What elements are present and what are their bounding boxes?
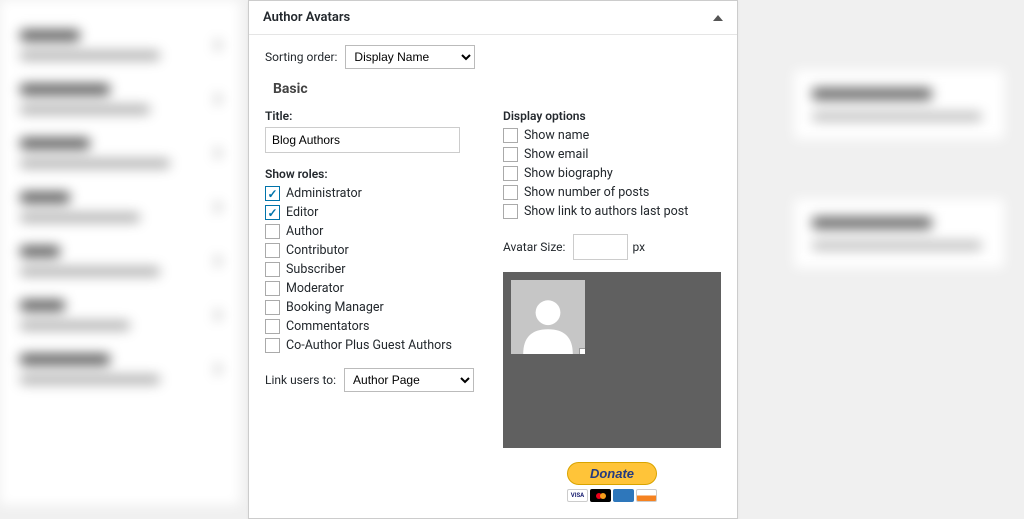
link-users-label: Link users to: [265, 373, 336, 387]
display-option-label: Show number of posts [524, 184, 649, 201]
role-checkbox[interactable] [265, 186, 280, 201]
role-checkbox[interactable] [265, 300, 280, 315]
role-row: Subscriber [265, 261, 483, 278]
role-checkbox[interactable] [265, 205, 280, 220]
roles-list: Administrator Editor Author Contributor Subs… [265, 185, 483, 354]
role-row: Editor [265, 204, 483, 221]
link-users-select[interactable]: Author Page [344, 368, 474, 392]
avatar-size-label: Avatar Size: [503, 240, 565, 254]
role-row: Booking Manager [265, 299, 483, 316]
collapse-icon [713, 15, 723, 21]
sorting-select[interactable]: Display Name [345, 45, 475, 69]
role-row: Administrator [265, 185, 483, 202]
role-label: Editor [286, 204, 318, 221]
display-option-label: Show name [524, 127, 589, 144]
role-row: Co-Author Plus Guest Authors [265, 337, 483, 354]
role-checkbox[interactable] [265, 281, 280, 296]
amex-icon [613, 489, 634, 502]
display-options-label: Display options [503, 109, 721, 123]
display-option-row: Show email [503, 146, 721, 163]
role-row: Contributor [265, 242, 483, 259]
role-label: Administrator [286, 185, 362, 202]
display-option-checkbox[interactable] [503, 128, 518, 143]
visa-icon: VISA [567, 489, 588, 502]
title-label: Title: [265, 109, 483, 123]
discover-icon [636, 489, 657, 502]
display-option-row: Show link to authors last post [503, 203, 721, 220]
roles-label: Show roles: [265, 167, 483, 181]
payment-cards-icons: VISA [503, 489, 721, 502]
sorting-label: Sorting order: [265, 50, 337, 64]
role-label: Author [286, 223, 323, 240]
author-avatars-panel: Author Avatars Sorting order: Display Na… [248, 0, 738, 519]
panel-title: Author Avatars [263, 10, 350, 25]
display-option-row: Show name [503, 127, 721, 144]
role-checkbox[interactable] [265, 319, 280, 334]
display-option-label: Show biography [524, 165, 613, 182]
display-option-checkbox[interactable] [503, 185, 518, 200]
display-option-checkbox[interactable] [503, 166, 518, 181]
title-input[interactable] [265, 127, 460, 153]
avatar-size-unit: px [632, 240, 645, 254]
role-label: Subscriber [286, 261, 346, 278]
role-label: Contributor [286, 242, 349, 259]
role-row: Moderator [265, 280, 483, 297]
display-options-list: Show name Show email Show biography Show nu… [503, 127, 721, 220]
display-option-checkbox[interactable] [503, 147, 518, 162]
panel-header[interactable]: Author Avatars [249, 1, 737, 35]
basic-section-title: Basic [273, 81, 721, 97]
avatar-size-input[interactable] [573, 234, 628, 260]
role-checkbox[interactable] [265, 262, 280, 277]
display-option-checkbox[interactable] [503, 204, 518, 219]
role-row: Commentators [265, 318, 483, 335]
display-option-label: Show email [524, 146, 588, 163]
role-checkbox[interactable] [265, 338, 280, 353]
display-option-row: Show number of posts [503, 184, 721, 201]
role-label: Moderator [286, 280, 344, 297]
role-label: Booking Manager [286, 299, 384, 316]
role-label: Co-Author Plus Guest Authors [286, 337, 452, 354]
display-option-row: Show biography [503, 165, 721, 182]
role-row: Author [265, 223, 483, 240]
mastercard-icon [590, 489, 611, 502]
role-label: Commentators [286, 318, 369, 335]
donate-button[interactable]: Donate [567, 462, 657, 485]
role-checkbox[interactable] [265, 243, 280, 258]
role-checkbox[interactable] [265, 224, 280, 239]
avatar-preview [503, 272, 721, 448]
display-option-label: Show link to authors last post [524, 203, 688, 220]
avatar-placeholder-icon [511, 280, 585, 354]
